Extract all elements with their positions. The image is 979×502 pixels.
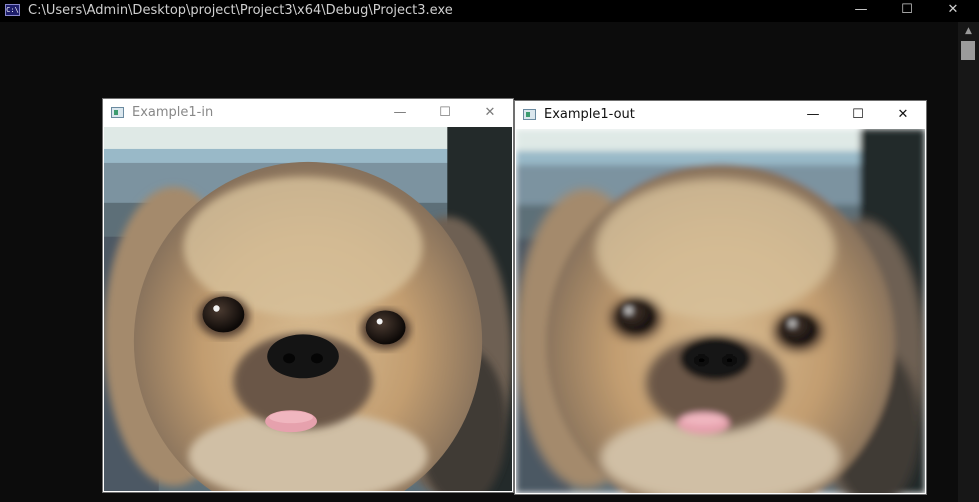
close-button[interactable]: ✕ [880,101,926,129]
console-app-icon: C:\ [5,4,20,16]
minimize-button[interactable]: — [790,101,836,129]
window-titlebar[interactable]: Example1-in — ☐ ✕ [103,99,513,127]
image-window-input[interactable]: Example1-in — ☐ ✕ [103,99,513,492]
image-window-icon [111,107,124,118]
maximize-button[interactable]: ☐ [835,101,881,129]
scroll-thumb[interactable] [961,41,975,60]
image-window-icon [523,109,536,120]
window-title: Example1-out [544,107,635,122]
close-button[interactable]: ✕ [467,99,513,127]
scroll-up-arrow-icon[interactable]: ▲ [958,24,979,38]
console-maximize-button[interactable]: ☐ [884,0,930,22]
output-image [516,129,925,493]
image-window-output[interactable]: Example1-out — ☐ ✕ [515,101,926,494]
console-close-button[interactable]: ✕ [930,0,976,22]
console-window-title: C:\Users\Admin\Desktop\project\Project3\… [28,3,453,18]
console-titlebar[interactable]: C:\ C:\Users\Admin\Desktop\project\Proje… [0,0,979,22]
window-titlebar[interactable]: Example1-out — ☐ ✕ [515,101,926,129]
input-image [104,127,512,491]
console-vertical-scrollbar[interactable]: ▲ [958,22,979,502]
console-minimize-button[interactable]: — [838,0,884,22]
window-title: Example1-in [132,105,214,120]
minimize-button[interactable]: — [377,99,423,127]
maximize-button[interactable]: ☐ [422,99,468,127]
